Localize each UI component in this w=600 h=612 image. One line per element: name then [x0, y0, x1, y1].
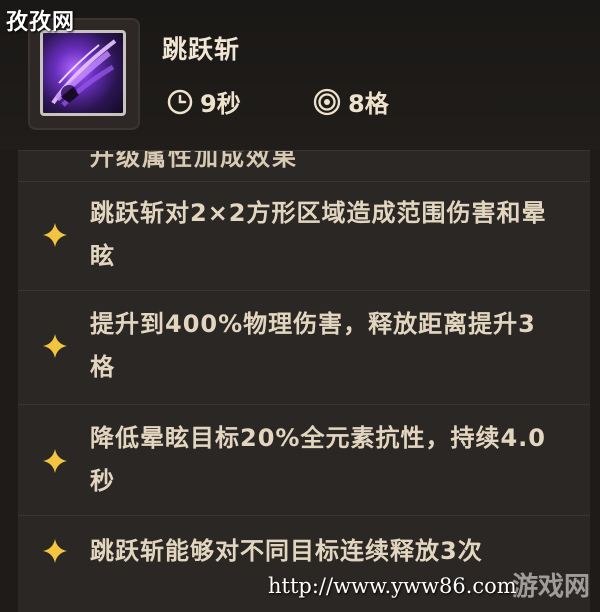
watermark-logo: 游戏网 — [511, 572, 590, 602]
effect-row: 跳跃斩对2×2方形区域造成范围伤害和晕眩 — [18, 181, 590, 286]
effect-text: 跳跃斩能够对不同目标连续释放3次 — [90, 537, 483, 565]
cooldown-stat: 9秒 — [166, 84, 241, 119]
watermark-site-name: 孜孜网 — [6, 9, 76, 35]
skill-effects-panel: 升级属性加成效果 跳跃斩对2×2方形区域造成范围伤害和晕眩 提升到400%物理伤… — [18, 150, 590, 612]
gold-star-icon — [43, 334, 67, 358]
cooldown-value: 9秒 — [200, 90, 241, 118]
clock-icon — [167, 89, 193, 114]
effect-text: 跳跃斩对2×2方形区域造成范围伤害和晕眩 — [90, 199, 547, 270]
target-range-icon — [313, 88, 341, 115]
range-stat: 8格 — [312, 84, 389, 119]
gold-star-icon — [43, 223, 67, 247]
watermark-url: http://www.yww86.com — [268, 574, 517, 598]
effect-row: 降低晕眩目标20%全元素抗性，持续4.0秒 — [18, 404, 590, 515]
effect-text: 降低晕眩目标20%全元素抗性，持续4.0秒 — [90, 424, 546, 495]
gold-star-icon — [43, 449, 67, 473]
partial-upgrade-line: 升级属性加成效果 — [90, 150, 298, 171]
range-value: 8格 — [348, 90, 389, 118]
effect-text: 提升到400%物理伤害，释放距离提升3格 — [90, 310, 536, 381]
gold-star-icon — [43, 539, 67, 563]
effect-row: 提升到400%物理伤害，释放距离提升3格 — [18, 290, 590, 395]
skill-header: 跳跃斩 9秒 8格 — [0, 0, 600, 150]
skill-title: 跳跃斩 — [162, 35, 241, 64]
purple-slash-skill-icon — [40, 30, 126, 116]
